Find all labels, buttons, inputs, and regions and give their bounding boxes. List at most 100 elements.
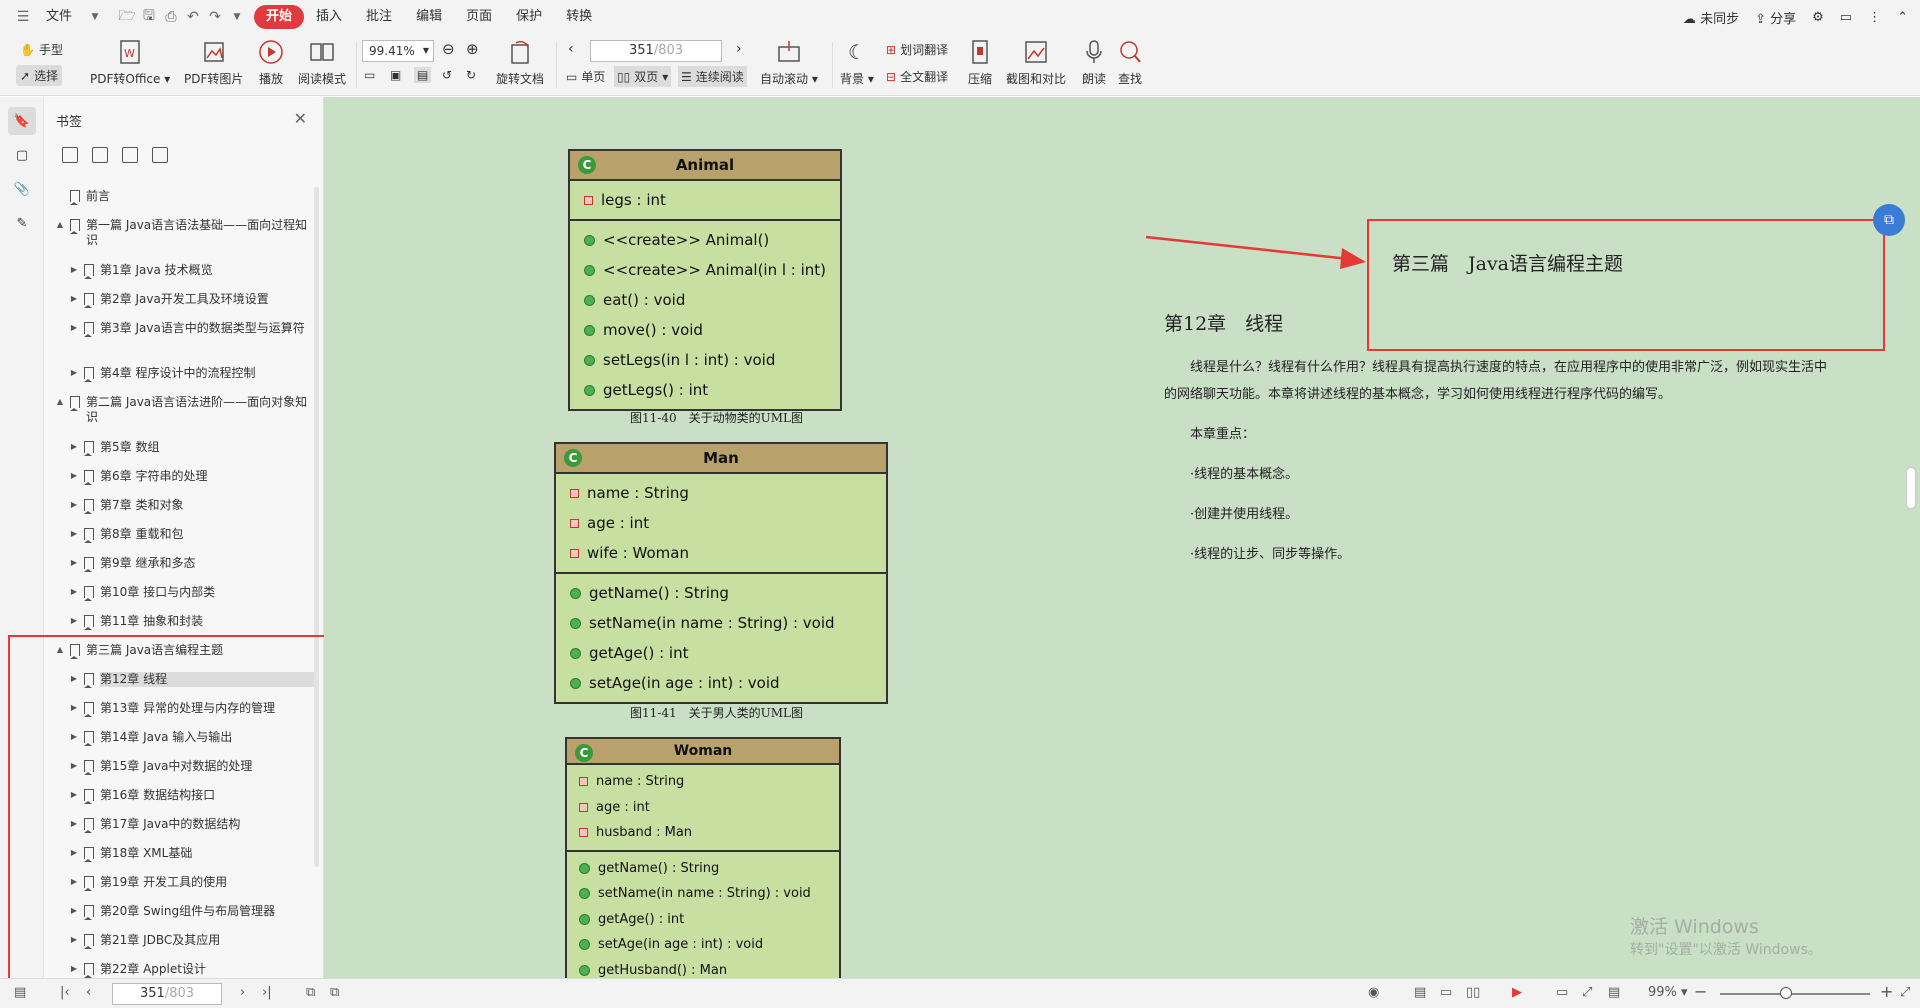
sync-status[interactable]: ☁ 未同步	[1683, 8, 1739, 27]
select-tool-button[interactable]: ➚ 选择	[16, 65, 63, 86]
expand-arrow-icon[interactable]: ▲	[54, 397, 66, 406]
expand-arrow-icon[interactable]: ▶	[68, 790, 80, 799]
read-aloud-button[interactable]: 朗读	[1080, 38, 1108, 87]
page-back-icon[interactable]: ⧉	[306, 985, 315, 1000]
read-mode-button[interactable]: 阅读模式	[298, 38, 346, 87]
bookmark-item[interactable]: ▲ 第二篇 Java语言语法进阶——面向对象知识	[44, 388, 314, 433]
floating-tool-icon[interactable]: ⧉	[1873, 204, 1905, 236]
bookmark-item[interactable]: ▶ 第13章 异常的处理与内存的管理	[44, 694, 314, 723]
bookmark-item[interactable]: ▶ 第21章 JDBC及其应用	[44, 926, 314, 955]
play-icon[interactable]: ▶	[1512, 985, 1522, 1000]
settings-icon[interactable]: ⚙	[1812, 10, 1824, 25]
bookmark-item[interactable]: ▲ 第三篇 Java语言编程主题	[44, 636, 314, 665]
expand-arrow-icon[interactable]: ▲	[54, 645, 66, 654]
expand-arrow-icon[interactable]: ▶	[68, 616, 80, 625]
bookmark-item[interactable]: ▶ 第15章 Java中对数据的处理	[44, 752, 314, 781]
page-number-input[interactable]: 351/803	[590, 40, 722, 62]
sidebar-toggle-icon[interactable]: ▤	[14, 985, 26, 1000]
fit-page-icon[interactable]: ⤢	[1582, 985, 1592, 1000]
save-icon[interactable]: 🖫	[138, 6, 160, 28]
bookmark-item[interactable]: ▲ 第一篇 Java语言语法基础——面向过程知识	[44, 211, 314, 256]
fit-width-icon[interactable]: ▤	[414, 67, 432, 83]
prev-page-icon[interactable]: ‹	[86, 985, 91, 1000]
expand-arrow-icon[interactable]: ▶	[68, 906, 80, 915]
page-forward-icon[interactable]: ⧉	[330, 985, 339, 1000]
bookmark-item[interactable]: ▶ 第4章 程序设计中的流程控制	[44, 359, 314, 388]
expand-arrow-icon[interactable]: ▶	[68, 471, 80, 480]
bookmark-item[interactable]: ▶ 第9章 继承和多态	[44, 549, 314, 578]
expand-all-icon[interactable]	[62, 147, 78, 163]
status-page-input[interactable]: 351/803	[112, 983, 222, 1005]
expand-arrow-icon[interactable]: ▶	[68, 500, 80, 509]
document-viewport[interactable]: C Animal legs : int <<create>> Animal() <<…	[324, 97, 1920, 978]
add-bookmark-icon[interactable]	[122, 147, 138, 163]
bookmark-scrollbar[interactable]	[314, 187, 319, 867]
quick-access-dropdown-icon[interactable]: ▼	[226, 6, 248, 28]
hand-tool-button[interactable]: ✋ 手型	[20, 41, 63, 58]
rotate-right-icon[interactable]: ↻	[466, 68, 476, 82]
bookmark-item[interactable]: ▶ 第8章 重载和包	[44, 520, 314, 549]
pdf-to-image-button[interactable]: PDF转图片	[184, 38, 243, 87]
expand-arrow-icon[interactable]: ▶	[68, 674, 80, 683]
zoom-slider-knob[interactable]	[1780, 987, 1792, 999]
single-page-button[interactable]: ▭ 单页	[566, 68, 605, 85]
compress-button[interactable]: 压缩	[966, 38, 994, 87]
file-menu[interactable]: 文件	[34, 5, 84, 29]
hamburger-icon[interactable]: ☰	[12, 6, 34, 28]
menu-page[interactable]: 页面	[454, 5, 504, 29]
menu-protect[interactable]: 保护	[504, 5, 554, 29]
menu-annotate[interactable]: 批注	[354, 5, 404, 29]
double-page-button[interactable]: ▯▯ 双页 ▾	[614, 66, 672, 87]
fit-page-icon[interactable]: ▣	[390, 68, 401, 82]
full-translate-button[interactable]: ⊟ 全文翻译	[886, 68, 948, 85]
zoom-slider-track[interactable]	[1720, 993, 1870, 995]
attachment-panel-icon[interactable]: 📎	[8, 175, 36, 203]
expand-arrow-icon[interactable]: ▶	[68, 964, 80, 973]
fit-width-icon[interactable]: ▤	[1608, 985, 1620, 1000]
bookmark-item[interactable]: ▶ 第3章 Java语言中的数据类型与运算符	[44, 314, 314, 359]
menu-start[interactable]: 开始	[254, 5, 305, 29]
bookmark-item[interactable]: ▶ 第14章 Java 输入与输出	[44, 723, 314, 752]
next-page-icon[interactable]: ›	[736, 41, 742, 57]
double-view-icon[interactable]: ▯▯	[1466, 985, 1480, 1000]
bookmark-item[interactable]: ▶ 第16章 数据结构接口	[44, 781, 314, 810]
menu-insert[interactable]: 插入	[304, 5, 354, 29]
eye-protect-icon[interactable]: ◉	[1368, 985, 1379, 1000]
bookmark-item[interactable]: ▶ 第2章 Java开发工具及环境设置	[44, 285, 314, 314]
bookmark-item[interactable]: 前言	[44, 182, 314, 211]
expand-arrow-icon[interactable]: ▶	[68, 819, 80, 828]
zoom-out-icon[interactable]: ⊖	[442, 40, 455, 58]
thumbnail-panel-icon[interactable]: ▢	[8, 141, 36, 169]
zoom-in-icon[interactable]: ⊕	[466, 40, 479, 58]
collapse-all-icon[interactable]	[92, 147, 108, 163]
bookmark-item[interactable]: ▶ 第6章 字符串的处理	[44, 462, 314, 491]
bookmark-item[interactable]: ▶ 第17章 Java中的数据结构	[44, 810, 314, 839]
bookmark-item[interactable]: ▶ 第7章 类和对象	[44, 491, 314, 520]
close-icon[interactable]: ✕	[294, 109, 307, 128]
bookmark-item[interactable]: ▶ 第18章 XML基础	[44, 839, 314, 868]
play-button[interactable]: 播放	[257, 38, 285, 87]
expand-arrow-icon[interactable]: ▶	[68, 265, 80, 274]
delete-bookmark-icon[interactable]	[152, 147, 168, 163]
first-page-icon[interactable]: |‹	[60, 985, 70, 1000]
expand-arrow-icon[interactable]: ▶	[68, 761, 80, 770]
bookmark-item[interactable]: ▶ 第11章 抽象和封装	[44, 607, 314, 636]
chevron-down-icon[interactable]: ▼	[84, 6, 106, 28]
bookmark-item[interactable]: ▶ 第5章 数组	[44, 433, 314, 462]
last-page-icon[interactable]: ›|	[262, 985, 272, 1000]
find-button[interactable]: 查找	[1116, 38, 1144, 87]
bookmark-item[interactable]: ▶ 第22章 Applet设计	[44, 955, 314, 978]
menu-edit[interactable]: 编辑	[404, 5, 454, 29]
expand-arrow-icon[interactable]: ▶	[68, 732, 80, 741]
expand-arrow-icon[interactable]: ▶	[68, 877, 80, 886]
prev-page-icon[interactable]: ‹	[568, 41, 574, 57]
open-folder-icon[interactable]: 🗁	[116, 6, 138, 28]
bookmark-item[interactable]: ▶ 第12章 线程	[44, 665, 314, 694]
expand-arrow-icon[interactable]: ▶	[68, 529, 80, 538]
expand-arrow-icon[interactable]: ▲	[54, 220, 66, 229]
zoom-out-icon[interactable]: −	[1694, 982, 1707, 1001]
document-scrollbar-thumb[interactable]	[1906, 467, 1916, 509]
screenshot-compare-button[interactable]: 截图和对比	[1006, 38, 1066, 87]
bookmark-item[interactable]: ▶ 第10章 接口与内部类	[44, 578, 314, 607]
expand-arrow-icon[interactable]: ▶	[68, 323, 80, 332]
